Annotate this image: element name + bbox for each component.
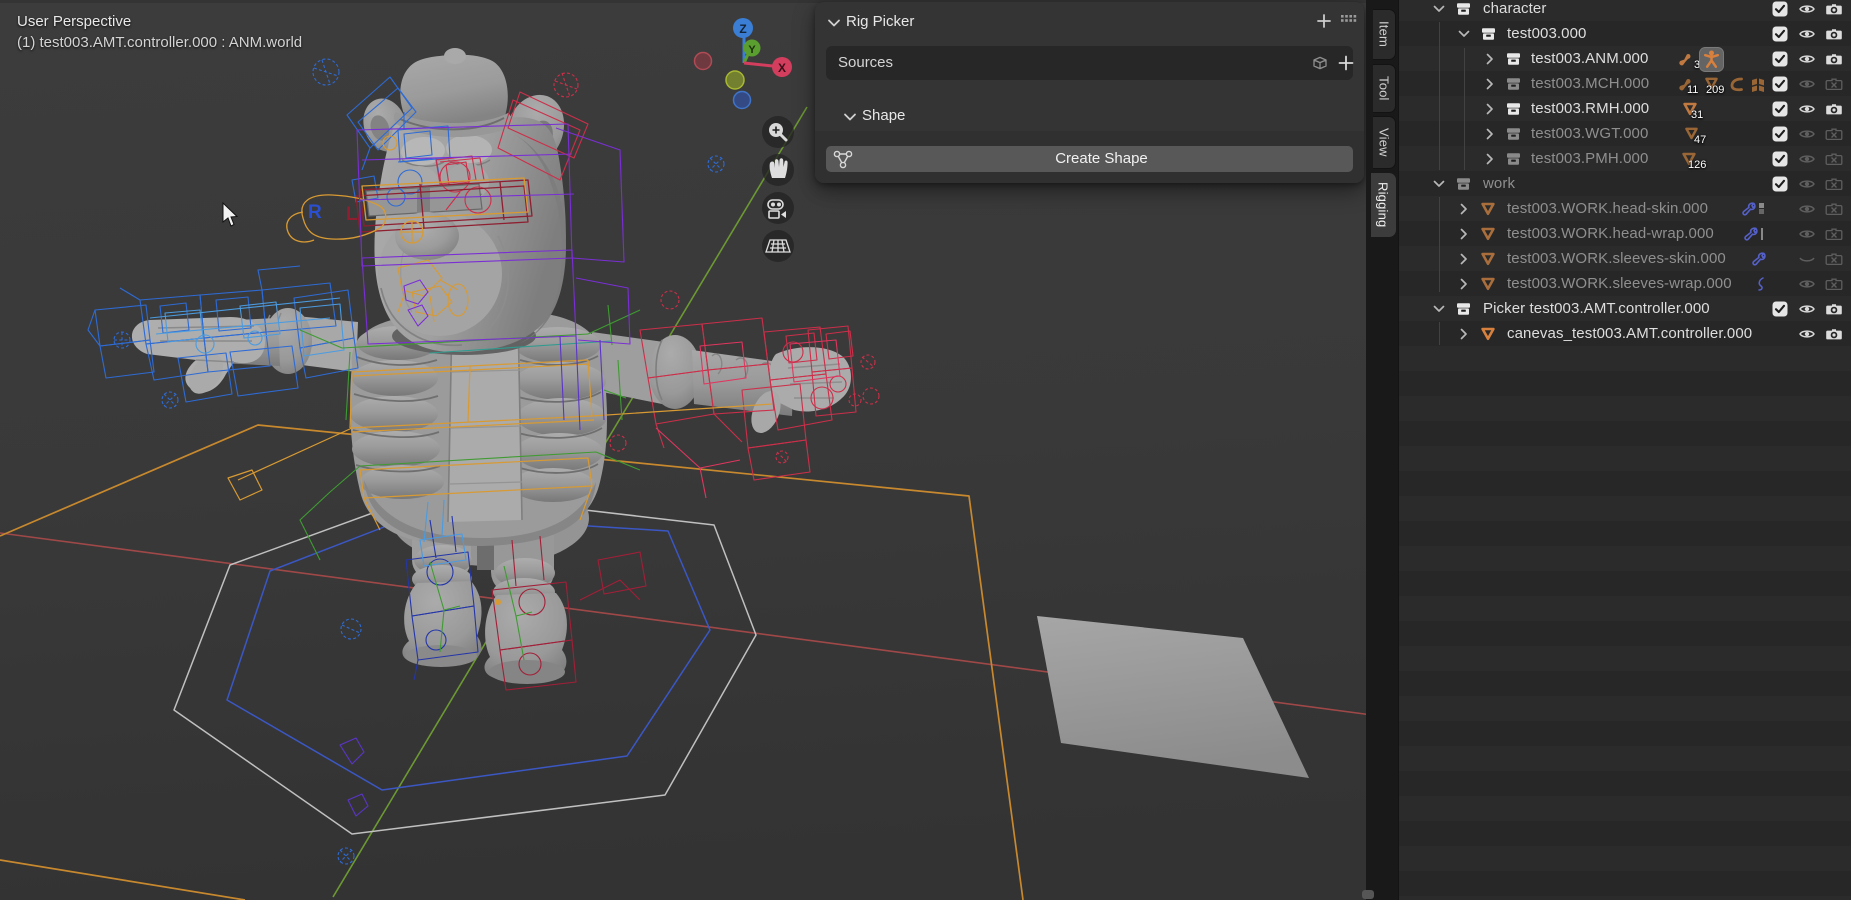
svg-text:R: R <box>308 202 322 223</box>
svg-text:Z: Z <box>739 22 746 36</box>
svg-text:X: X <box>778 61 786 75</box>
svg-text:L: L <box>346 204 358 225</box>
svg-text:Y: Y <box>748 44 756 56</box>
